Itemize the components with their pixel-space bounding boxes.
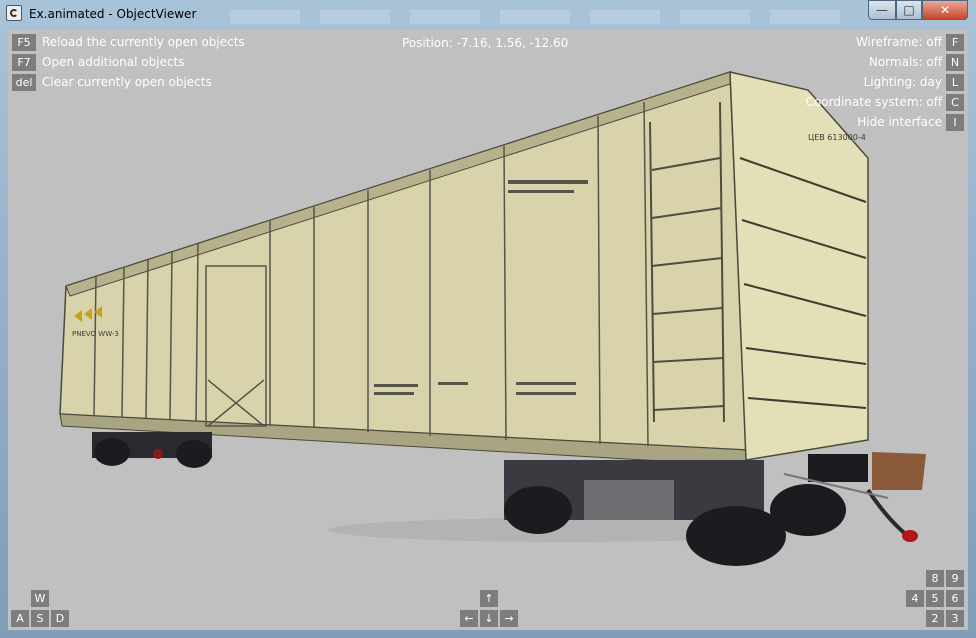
window-title: Ex.animated - ObjectViewer [29,7,197,21]
toggle-wireframe-label[interactable]: Wireframe: off [856,34,942,51]
key-f5[interactable]: F5 [12,34,36,51]
app-icon[interactable] [6,5,22,21]
boxcar-model: PNEVO WW-3 ЦЕВ 613000-4 [59,70,926,566]
arrow-down-icon[interactable]: ↓ [480,610,498,627]
numpad-key-4[interactable]: 4 [906,590,924,607]
maximize-button[interactable]: □ [896,0,922,20]
coupler [808,454,868,482]
end-marking: ЦЕВ 613000-4 [808,133,866,142]
key-d[interactable]: D [51,610,69,627]
numpad-key-9[interactable]: 9 [946,570,964,587]
toggle-hide-interface-label[interactable]: Hide interface [857,114,942,131]
numpad-key-8[interactable]: 8 [926,570,944,587]
hose-end [902,530,918,542]
key-n[interactable]: N [946,54,964,71]
bogie-rear [92,432,212,468]
background-taskbar-blur [230,10,860,24]
key-f7[interactable]: F7 [12,54,36,71]
arrow-up-icon[interactable]: ↑ [480,590,498,607]
toggle-normals-label[interactable]: Normals: off [869,54,942,71]
toggle-coordinate-system-label[interactable]: Coordinate system: off [806,94,942,111]
key-a[interactable]: A [11,610,29,627]
key-i[interactable]: I [946,114,964,131]
close-button[interactable]: ✕ [922,0,968,20]
minimize-button[interactable]: — [868,0,896,20]
key-s[interactable]: S [31,610,49,627]
3d-viewport[interactable]: PNEVO WW-3 ЦЕВ 613000-4 Position: -7.16,… [8,30,968,630]
numpad-key-5[interactable]: 5 [926,590,944,607]
arrow-right-icon[interactable]: → [500,610,518,627]
command-reload-label[interactable]: Reload the currently open objects [42,34,245,51]
numpad-key-6[interactable]: 6 [946,590,964,607]
key-f[interactable]: F [946,34,964,51]
arrow-left-icon[interactable]: ← [460,610,478,627]
key-c[interactable]: C [946,94,964,111]
command-open-label[interactable]: Open additional objects [42,54,185,71]
numpad-key-2[interactable]: 2 [926,610,944,627]
key-w[interactable]: W [31,590,49,607]
command-clear-label[interactable]: Clear currently open objects [42,74,212,91]
brake-hose-brush [872,452,926,490]
camera-position-readout: Position: -7.16, 1.56, -12.60 [402,36,569,50]
toggle-lighting-label[interactable]: Lighting: day [864,74,942,91]
title-bar[interactable]: Ex.animated - ObjectViewer — □ ✕ [0,0,976,28]
key-del[interactable]: del [12,74,36,91]
key-l[interactable]: L [946,74,964,91]
side-marking: PNEVO WW-3 [72,330,119,338]
app-window: Ex.animated - ObjectViewer — □ ✕ PNEVO W… [0,0,976,638]
air-hose [866,488,910,538]
numpad-key-3[interactable]: 3 [946,610,964,627]
